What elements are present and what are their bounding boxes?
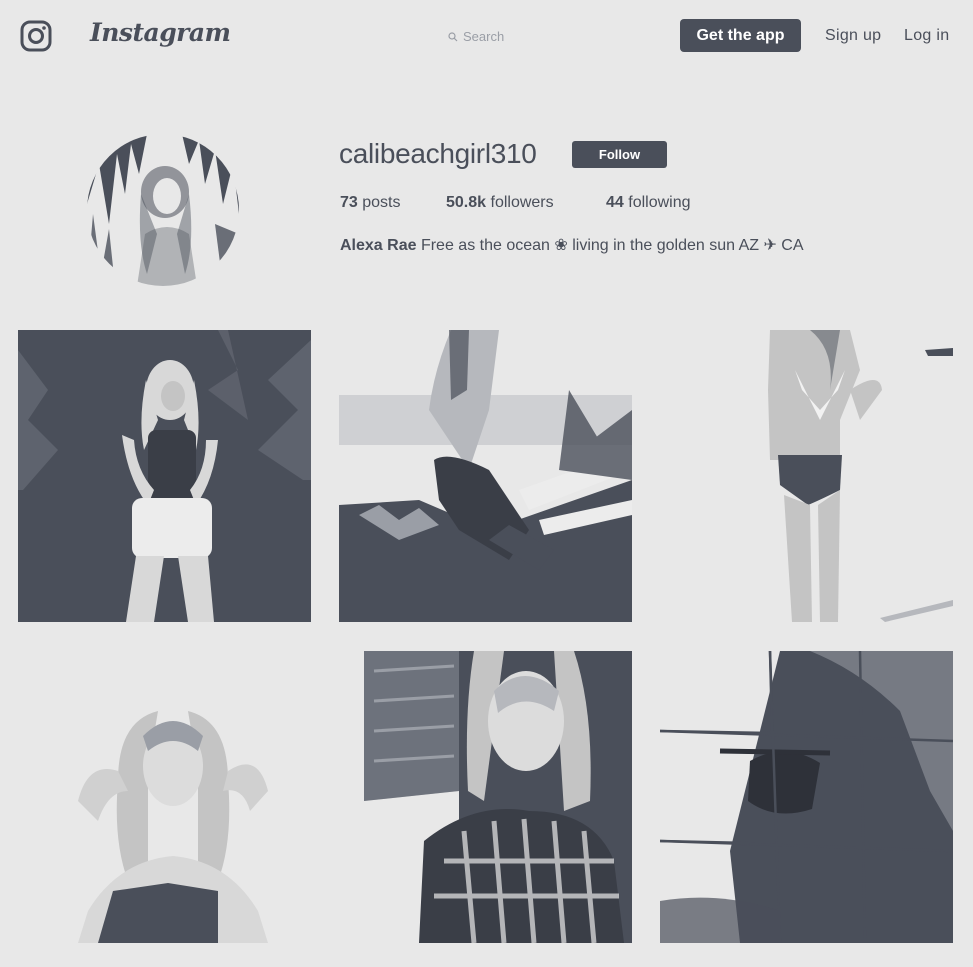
following-stat[interactable]: 44 following <box>606 194 691 212</box>
search-placeholder: Search <box>463 29 505 44</box>
posts-label: posts <box>362 194 401 211</box>
profile-avatar[interactable] <box>87 134 239 286</box>
photo-2-image <box>339 330 632 622</box>
following-label: following <box>628 194 691 211</box>
avatar-photo <box>87 134 239 286</box>
grid-photo-5[interactable] <box>364 651 632 943</box>
search-icon <box>448 31 458 41</box>
profile-bio: Alexa Rae Free as the ocean ❀ living in … <box>340 235 804 255</box>
posts-count: 73 <box>340 194 358 211</box>
grid-photo-1[interactable] <box>18 330 311 622</box>
log-in-link[interactable]: Log in <box>904 27 949 45</box>
instagram-logo-icon[interactable] <box>20 20 52 52</box>
instagram-wordmark[interactable]: Instagram <box>90 18 231 47</box>
posts-stat: 73 posts <box>340 194 401 212</box>
profile-page: Instagram Search Get the app Sign up Log… <box>0 0 973 967</box>
get-the-app-button[interactable]: Get the app <box>680 19 801 52</box>
profile-full-name: Alexa Rae <box>340 237 417 254</box>
photo-4-image <box>18 651 311 943</box>
profile-username: calibeachgirl310 <box>339 138 537 169</box>
photo-5-image <box>364 651 632 943</box>
follow-button[interactable]: Follow <box>572 141 667 168</box>
grid-photo-3[interactable] <box>660 330 953 622</box>
following-count: 44 <box>606 194 624 211</box>
sign-up-link[interactable]: Sign up <box>825 27 881 45</box>
profile-bio-text: Free as the ocean ❀ living in the golden… <box>420 237 804 254</box>
followers-label: followers <box>490 194 554 211</box>
grid-photo-2[interactable] <box>339 330 632 622</box>
grid-photo-4[interactable] <box>18 651 311 943</box>
followers-count: 50.8k <box>446 194 487 211</box>
photo-6-image <box>660 651 953 943</box>
photo-1-image <box>18 330 311 622</box>
top-navigation: Instagram Search Get the app Sign up Log… <box>0 0 973 72</box>
search-box[interactable]: Search <box>448 29 504 44</box>
grid-photo-6[interactable] <box>660 651 953 943</box>
followers-stat[interactable]: 50.8k followers <box>446 194 554 212</box>
photo-3-image <box>660 330 953 622</box>
